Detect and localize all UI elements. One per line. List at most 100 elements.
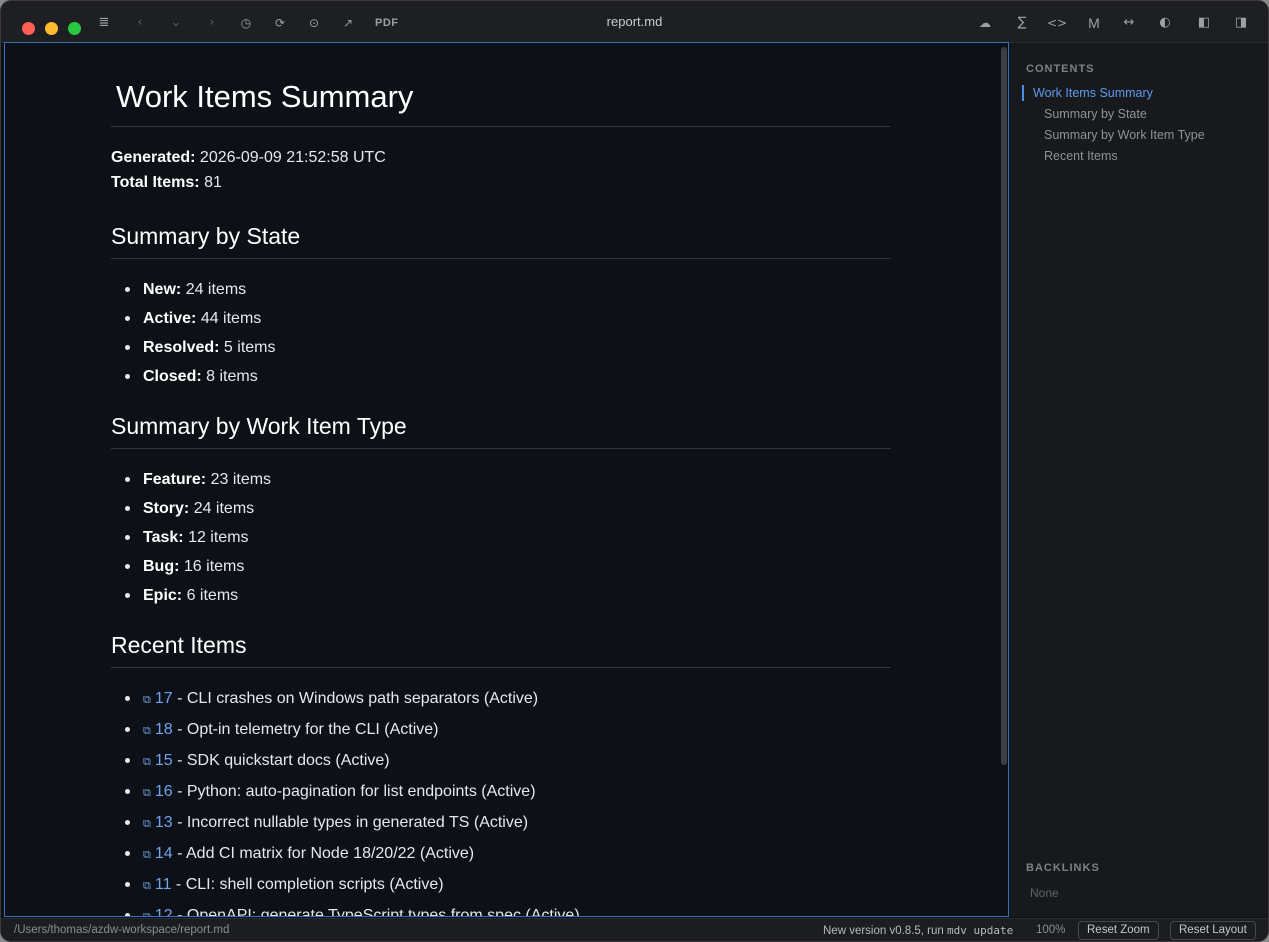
list-item: ⧉ 13 - Incorrect nullable types in genera… xyxy=(111,808,891,839)
external-link-icon: ⧉ xyxy=(143,756,151,768)
left-panel-icon[interactable]: ◧ xyxy=(1195,13,1213,33)
contents-heading: CONTENTS xyxy=(1026,63,1095,75)
recent-items-list: ⧉ 17 - CLI crashes on Windows path separa… xyxy=(111,684,891,917)
report-meta: Generated: 2026-09-09 21:52:58 UTC Total… xyxy=(111,145,891,195)
list-item: ⧉ 18 - Opt-in telemetry for the CLI (Acti… xyxy=(111,715,891,746)
item-label: New: xyxy=(143,281,182,298)
item-label: Bug: xyxy=(143,558,180,575)
toc-item-summary-by-state[interactable]: Summary by State xyxy=(1044,107,1147,121)
outline-sidebar: CONTENTS Work Items Summary Summary by S… xyxy=(1010,43,1268,917)
generated-label: Generated: xyxy=(111,149,196,166)
update-command: mdv update xyxy=(947,924,1014,937)
sigma-icon[interactable]: ∑ xyxy=(1013,13,1031,33)
markdown-document: Work Items Summary Generated: 2026-09-09… xyxy=(111,43,891,917)
work-item-title: - Incorrect nullable types in generated … xyxy=(172,814,529,831)
update-notice[interactable]: New version v0.8.5, run mdv update xyxy=(823,924,1013,937)
item-label: Epic: xyxy=(143,587,183,604)
update-text: New version v0.8.5, run xyxy=(823,925,948,937)
work-item-title: - CLI crashes on Windows path separators… xyxy=(172,690,539,707)
reset-layout-button[interactable]: Reset Layout xyxy=(1170,921,1256,940)
zoom-level: 100% xyxy=(1036,924,1066,936)
total-label: Total Items: xyxy=(111,174,200,191)
document-view[interactable]: Work Items Summary Generated: 2026-09-09… xyxy=(4,42,1009,917)
list-item: ⧉ 16 - Python: auto-pagination for list e… xyxy=(111,777,891,808)
item-value: 12 items xyxy=(188,529,249,546)
list-item: Epic: 6 items xyxy=(111,581,891,610)
status-bar: /Users/thomas/azdw-workspace/report.md N… xyxy=(1,918,1268,941)
list-item: ⧉ 17 - CLI crashes on Windows path separa… xyxy=(111,684,891,715)
external-link-icon: ⧉ xyxy=(143,911,151,917)
item-value: 5 items xyxy=(223,339,276,356)
item-label: Feature: xyxy=(143,471,207,488)
item-label: Story: xyxy=(143,500,190,517)
width-icon[interactable]: ↔ xyxy=(1120,13,1138,33)
list-item: Story: 24 items xyxy=(111,494,891,523)
markdown-icon[interactable]: M xyxy=(1085,13,1103,33)
work-item-link[interactable]: 11 xyxy=(155,876,172,893)
page-title: Work Items Summary xyxy=(111,79,891,127)
window-title: report.md xyxy=(606,14,663,29)
right-panel-icon[interactable]: ◨ xyxy=(1232,13,1250,33)
work-item-link[interactable]: 16 xyxy=(155,783,173,800)
section-heading-recent: Recent Items xyxy=(111,632,891,668)
backlinks-empty: None xyxy=(1030,886,1059,900)
item-value: 16 items xyxy=(183,558,245,575)
work-item-title: - Opt-in telemetry for the CLI (Active) xyxy=(172,721,439,738)
work-item-link[interactable]: 18 xyxy=(155,721,173,738)
code-icon[interactable]: <> xyxy=(1047,13,1067,33)
external-link-icon: ⧉ xyxy=(143,849,151,861)
toc-item-recent-items[interactable]: Recent Items xyxy=(1044,149,1118,163)
list-item: ⧉ 14 - Add CI matrix for Node 18/20/22 (A… xyxy=(111,839,891,870)
list-item: ⧉ 11 - CLI: shell completion scripts (Act… xyxy=(111,870,891,901)
item-label: Task: xyxy=(143,529,184,546)
work-item-title: - Add CI matrix for Node 18/20/22 (Activ… xyxy=(172,845,475,862)
list-item: Resolved: 5 items xyxy=(111,333,891,362)
section-heading-state: Summary by State xyxy=(111,223,891,259)
external-link-icon: ⧉ xyxy=(143,725,151,737)
backlinks-heading: BACKLINKS xyxy=(1026,862,1100,874)
work-item-link[interactable]: 15 xyxy=(155,752,173,769)
item-label: Active: xyxy=(143,310,197,327)
type-list: Feature: 23 items Story: 24 items Task: … xyxy=(111,465,891,610)
item-value: 24 items xyxy=(185,281,247,298)
external-link-icon: ⧉ xyxy=(143,787,151,799)
item-value: 8 items xyxy=(206,368,258,385)
list-item: New: 24 items xyxy=(111,275,891,304)
scrollbar[interactable] xyxy=(1001,47,1007,765)
theme-icon[interactable]: ◐ xyxy=(1156,13,1174,33)
external-link-icon: ⧉ xyxy=(143,694,151,706)
app-window: ≣ ‹ ⌄ › ◷ ⟳ ⊙ ↗ PDF report.md ☁ ∑ <> M ↔… xyxy=(0,0,1269,942)
work-item-title: - SDK quickstart docs (Active) xyxy=(172,752,390,769)
list-item: ⧉ 12 - OpenAPI: generate TypeScript types… xyxy=(111,901,891,917)
work-item-link[interactable]: 17 xyxy=(155,690,173,707)
item-value: 24 items xyxy=(193,500,255,517)
section-heading-type: Summary by Work Item Type xyxy=(111,413,891,449)
work-item-link[interactable]: 12 xyxy=(155,907,173,916)
work-item-link[interactable]: 13 xyxy=(155,814,173,831)
toc-item-summary-by-type[interactable]: Summary by Work Item Type xyxy=(1044,128,1205,142)
list-item: Feature: 23 items xyxy=(111,465,891,494)
total-value: 81 xyxy=(204,174,222,191)
work-item-title: - OpenAPI: generate TypeScript types fro… xyxy=(172,907,580,917)
external-link-icon: ⧉ xyxy=(143,818,151,830)
list-item: ⧉ 15 - SDK quickstart docs (Active) xyxy=(111,746,891,777)
state-list: New: 24 items Active: 44 items Resolved:… xyxy=(111,275,891,391)
list-item: Closed: 8 items xyxy=(111,362,891,391)
generated-value: 2026-09-09 21:52:58 UTC xyxy=(199,149,386,166)
item-value: 23 items xyxy=(210,471,272,488)
item-label: Closed: xyxy=(143,368,202,385)
list-item: Bug: 16 items xyxy=(111,552,891,581)
list-item: Active: 44 items xyxy=(111,304,891,333)
work-item-title: - CLI: shell completion scripts (Active) xyxy=(171,876,444,893)
reset-zoom-button[interactable]: Reset Zoom xyxy=(1078,921,1159,940)
title-bar: ≣ ‹ ⌄ › ◷ ⟳ ⊙ ↗ PDF report.md ☁ ∑ <> M ↔… xyxy=(1,1,1268,43)
external-link-icon: ⧉ xyxy=(143,880,151,892)
toc-item-work-items-summary[interactable]: Work Items Summary xyxy=(1022,85,1153,101)
work-item-link[interactable]: 14 xyxy=(155,845,173,862)
cloud-icon[interactable]: ☁ xyxy=(976,13,994,33)
item-label: Resolved: xyxy=(143,339,220,356)
work-item-title: - Python: auto-pagination for list endpo… xyxy=(172,783,536,800)
list-item: Task: 12 items xyxy=(111,523,891,552)
file-path: /Users/thomas/azdw-workspace/report.md xyxy=(14,924,230,936)
item-value: 44 items xyxy=(200,310,262,327)
